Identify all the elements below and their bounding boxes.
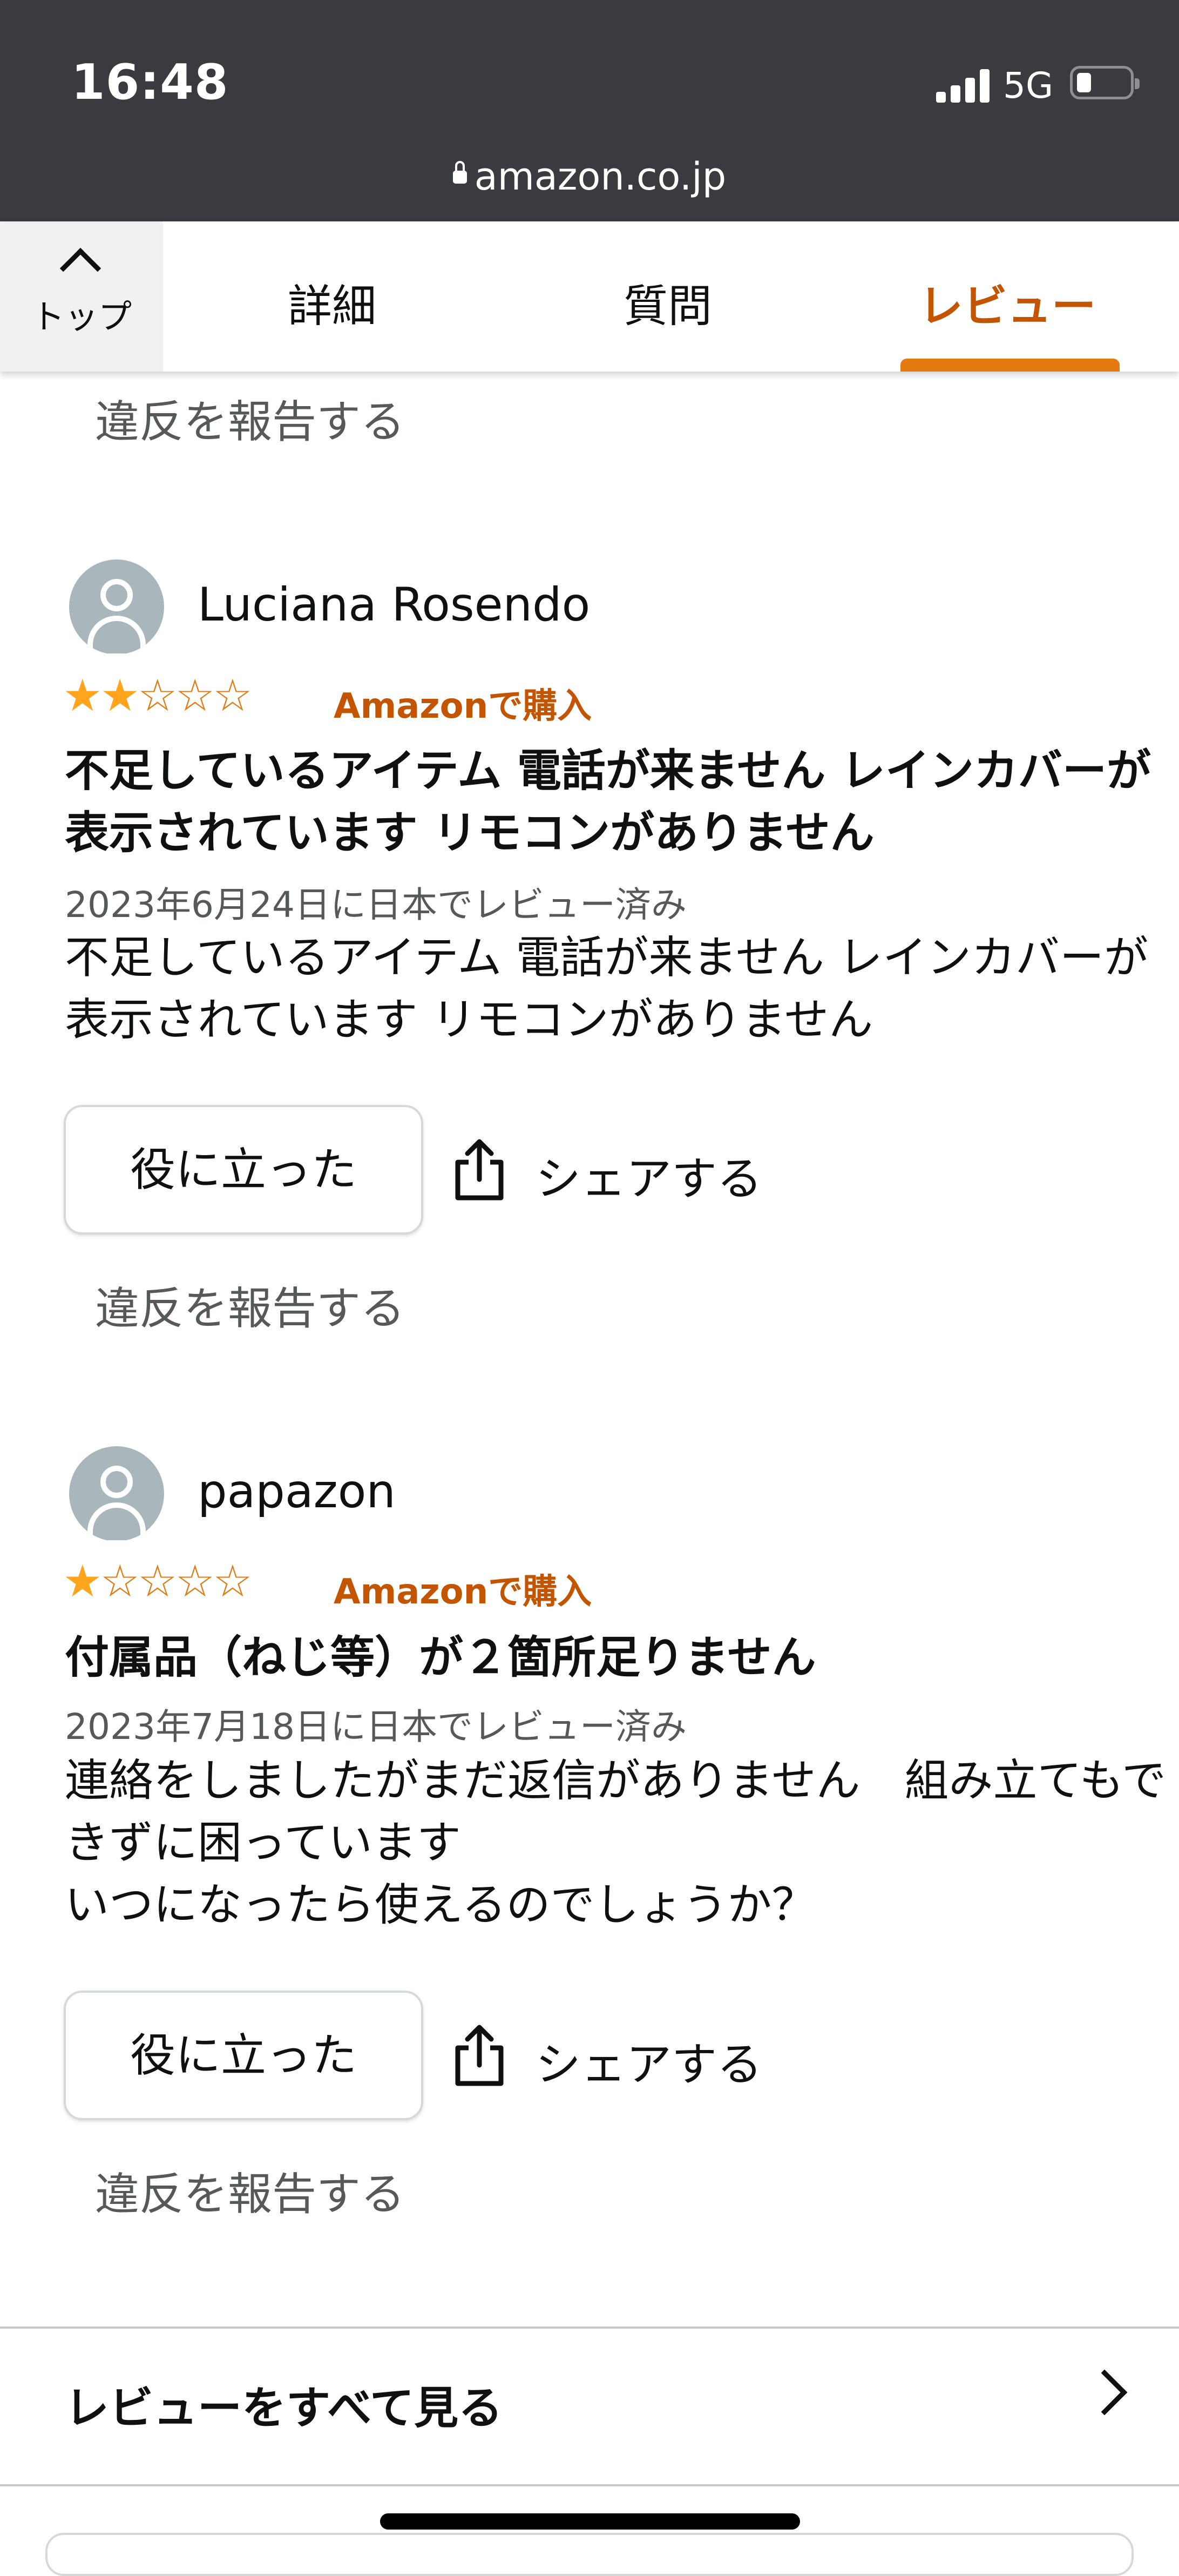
share-icon[interactable] bbox=[452, 1137, 506, 1202]
share-icon[interactable] bbox=[452, 2023, 506, 2088]
share-label[interactable]: シェアする bbox=[536, 2028, 762, 2094]
avatar bbox=[69, 559, 164, 655]
report-link[interactable]: 違反を報告する bbox=[95, 1272, 405, 1337]
review-title[interactable]: 不足しているアイテム 電話が来ません レインカバーが表示されています リモコンが… bbox=[65, 740, 1177, 864]
review-date: 2023年7月18日に日本でレビュー済み bbox=[65, 1706, 687, 1748]
report-link[interactable]: 違反を報告する bbox=[95, 2158, 405, 2222]
lock-icon bbox=[452, 160, 467, 184]
report-link[interactable]: 違反を報告する bbox=[95, 386, 405, 450]
signal-strength-icon bbox=[936, 69, 990, 103]
star-empty-icon: ☆ bbox=[213, 1556, 252, 1607]
status-bar: 16:48 5G amazon.co.jp bbox=[0, 0, 1179, 221]
address-bar[interactable]: amazon.co.jp bbox=[0, 154, 1179, 199]
helpful-button[interactable]: 役に立った bbox=[64, 1105, 423, 1235]
reviewer-name[interactable]: papazon bbox=[198, 1465, 396, 1519]
home-indicator[interactable] bbox=[380, 2513, 800, 2530]
star-empty-icon: ☆ bbox=[138, 670, 177, 721]
star-filled-icon: ★ bbox=[63, 1556, 102, 1607]
avatar bbox=[69, 1446, 164, 1541]
review-body: 連絡をしましたがまだ返信がありません 組み立てもできずに困っています いつになっ… bbox=[65, 1755, 1167, 1931]
review-body: 不足しているアイテム 電話が来ません レインカバーが表示されています リモコンが… bbox=[65, 932, 1149, 1046]
active-tab-indicator bbox=[900, 359, 1120, 372]
section-tab-bar: トップ 詳細 質問 レビュー bbox=[0, 221, 1179, 372]
tab-questions[interactable]: 質問 bbox=[624, 270, 712, 334]
network-type: 5G bbox=[1003, 65, 1054, 106]
star-filled-icon: ★ bbox=[100, 670, 140, 721]
url-text: amazon.co.jp bbox=[474, 154, 727, 199]
star-rating: ★★☆☆☆ bbox=[63, 674, 253, 718]
star-empty-icon: ☆ bbox=[175, 670, 215, 721]
tab-top-label: トップ bbox=[31, 297, 132, 336]
review-title[interactable]: 付属品（ねじ等）が２箇所足りません bbox=[65, 1627, 1177, 1689]
tab-top[interactable]: トップ bbox=[0, 221, 163, 372]
tab-details[interactable]: 詳細 bbox=[288, 270, 376, 334]
star-empty-icon: ☆ bbox=[175, 1556, 215, 1607]
star-filled-icon: ★ bbox=[63, 670, 102, 721]
verified-purchase-badge: Amazonで購入 bbox=[334, 686, 592, 726]
star-empty-icon: ☆ bbox=[100, 1556, 140, 1607]
status-time: 16:48 bbox=[71, 54, 229, 111]
tab-reviews[interactable]: レビュー bbox=[919, 270, 1096, 334]
review-date: 2023年6月24日に日本でレビュー済み bbox=[65, 884, 687, 926]
see-all-reviews-label[interactable]: レビューをすべて見る bbox=[65, 2372, 503, 2436]
star-empty-icon: ☆ bbox=[213, 670, 252, 721]
verified-purchase-badge: Amazonで購入 bbox=[334, 1572, 592, 1612]
chevron-up-icon bbox=[59, 247, 101, 289]
next-section-card bbox=[45, 2533, 1134, 2576]
divider bbox=[0, 2484, 1179, 2486]
helpful-button[interactable]: 役に立った bbox=[64, 1991, 423, 2120]
star-empty-icon: ☆ bbox=[138, 1556, 177, 1607]
share-label[interactable]: シェアする bbox=[536, 1143, 762, 1208]
battery-low-icon bbox=[1070, 66, 1140, 99]
reviewer-name[interactable]: Luciana Rosendo bbox=[198, 578, 590, 632]
star-rating: ★☆☆☆☆ bbox=[63, 1560, 253, 1604]
